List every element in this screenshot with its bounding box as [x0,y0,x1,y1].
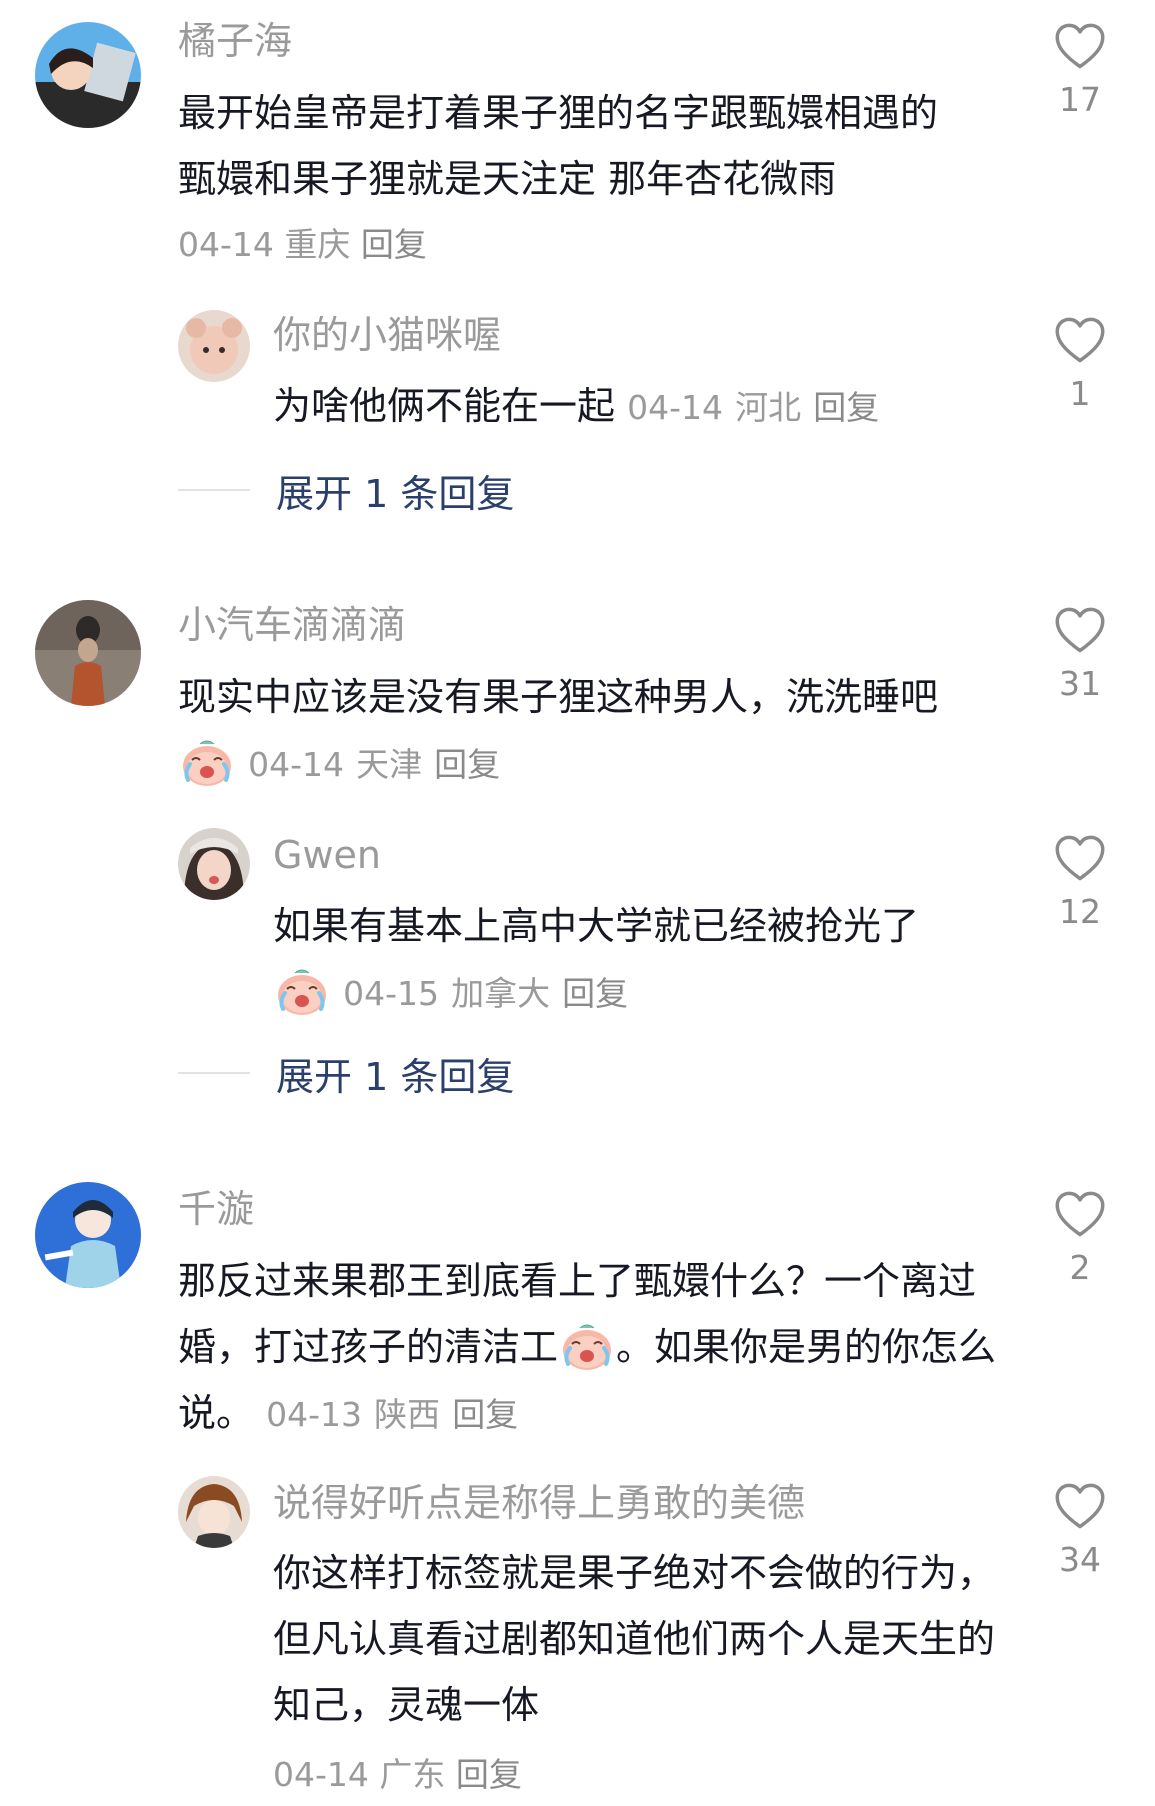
like-count: 17 [1059,80,1101,119]
like-count: 31 [1059,664,1101,703]
avatar[interactable] [178,828,250,900]
heart-outline-icon [1054,1190,1106,1238]
like-count: 2 [1069,1248,1091,1287]
reply-button[interactable]: 回复 [434,745,500,784]
avatar-image [35,22,141,128]
comment-text: 最开始皇帝是打着果子狸的名字跟甄嬛相遇的 甄嬛和果子狸就是天注定 那年杏花微雨 [178,91,939,201]
comment-location: 陕西 [374,1395,441,1434]
reply-text: 为啥他俩不能在一起 [273,384,616,428]
avatar-image [35,600,141,706]
like-button[interactable]: 34 [1050,1482,1110,1579]
comment-date: 04-13 [266,1395,362,1434]
comment-meta: 04-14 重庆 回复 [178,222,427,268]
heart-outline-icon [1054,1482,1106,1530]
reply-date: 04-15 [343,974,439,1013]
heart-outline-icon [1054,606,1106,654]
comment-location: 重庆 [284,225,351,264]
like-button[interactable]: 17 [1050,22,1110,119]
reply-button[interactable]: 回复 [456,1755,522,1794]
comment-text-block: 那反过来果郡王到底看上了甄嬛什么？一个离过婚，打过孩子的清洁工 。如果你是男的你怎… [178,1248,1008,1448]
divider [178,489,250,491]
like-button[interactable]: 12 [1050,834,1110,931]
reply-date: 04-14 [627,388,723,427]
username[interactable]: 你的小猫咪喔 [273,312,501,358]
like-count: 34 [1059,1540,1101,1579]
crying-laughing-emoji-icon [180,738,234,788]
reply-button[interactable]: 回复 [813,388,879,427]
reply-location: 加拿大 [451,974,551,1013]
reply-text-line: 为啥他俩不能在一起 04-14 河北 回复 [273,373,1013,441]
heart-outline-icon [1054,22,1106,70]
reply-location: 河北 [735,388,802,427]
avatar-image [178,828,250,900]
comment-location: 天津 [356,745,423,784]
like-button[interactable]: 1 [1050,316,1110,413]
comment-date: 04-14 [178,225,274,264]
comment-text-block: 现实中应该是没有果子狸这种男人，洗洗睡吧 04-14 天津 回复 [178,664,988,798]
expand-replies-button[interactable]: 展开 1 条回复 [178,465,515,516]
username[interactable]: 说得好听点是称得上勇敢的美德 [273,1480,805,1526]
avatar[interactable] [35,600,141,706]
avatar-image [178,310,250,382]
reply-date: 04-14 [273,1755,369,1794]
like-count: 1 [1069,374,1091,413]
expand-replies-label: 展开 1 条回复 [276,1054,515,1099]
reply-location: 广东 [379,1755,446,1794]
reply-button[interactable]: 回复 [452,1395,518,1434]
avatar-image [35,1182,141,1288]
crying-laughing-emoji-icon [275,967,329,1017]
username[interactable]: 橘子海 [178,18,292,64]
reply-button[interactable]: 回复 [562,974,628,1013]
reply-text: 如果有基本上高中大学就已经被抢光了 [273,904,920,948]
heart-outline-icon [1054,834,1106,882]
comment-text: 现实中应该是没有果子狸这种男人，洗洗睡吧 [178,675,939,719]
username[interactable]: Gwen [273,832,381,878]
like-count: 12 [1059,892,1101,931]
avatar[interactable] [35,1182,141,1288]
heart-outline-icon [1054,316,1106,364]
avatar[interactable] [178,1476,250,1548]
crying-laughing-emoji-icon [560,1322,614,1372]
reply-text-block: 如果有基本上高中大学就已经被抢光了 04-15 加拿大 回复 [273,893,1013,1027]
expand-replies-button[interactable]: 展开 1 条回复 [178,1048,515,1099]
avatar[interactable] [178,310,250,382]
comment-date: 04-14 [248,745,344,784]
like-button[interactable]: 2 [1050,1190,1110,1287]
like-button[interactable]: 31 [1050,606,1110,703]
divider [178,1072,250,1074]
reply-meta: 04-14 广东 回复 [273,1752,522,1798]
avatar[interactable] [35,22,141,128]
username[interactable]: 千漩 [178,1186,254,1232]
username[interactable]: 小汽车滴滴滴 [178,602,406,648]
reply-button[interactable]: 回复 [361,225,427,264]
avatar-image [178,1476,250,1548]
expand-replies-label: 展开 1 条回复 [276,471,515,516]
reply-text: 你这样打标签就是果子绝对不会做的行为，但凡认真看过剧都知道他们两个人是天生的知己… [273,1551,996,1727]
